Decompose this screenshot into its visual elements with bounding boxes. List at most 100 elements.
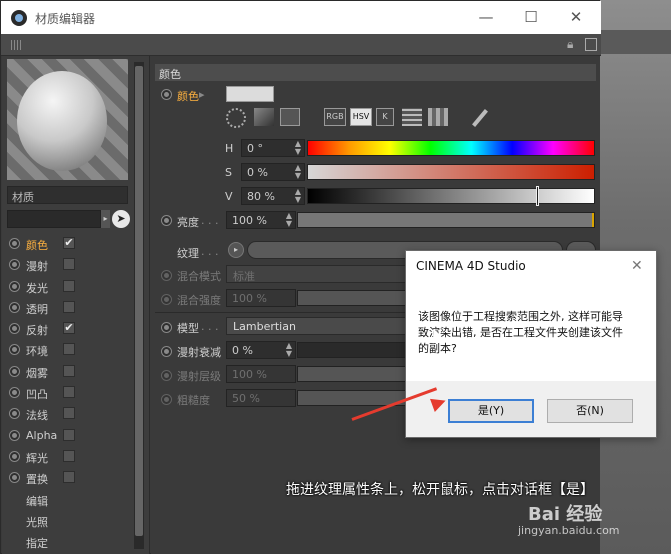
channel-row[interactable]: 颜色 ✔ bbox=[7, 234, 132, 255]
channel-row[interactable]: 漫射 bbox=[7, 255, 132, 276]
model-dropdown[interactable]: Lambertian bbox=[226, 317, 406, 335]
channel-radio[interactable] bbox=[9, 344, 20, 356]
blend-mode-radio[interactable] bbox=[161, 270, 172, 281]
color-dropdown-arrow[interactable]: ▸ bbox=[199, 88, 205, 101]
channel-checkbox[interactable] bbox=[63, 386, 75, 399]
minimize-button[interactable]: — bbox=[471, 7, 501, 27]
hue-slider[interactable] bbox=[307, 140, 595, 156]
channel-checkbox[interactable]: ✔ bbox=[63, 322, 75, 335]
channel-radio[interactable] bbox=[9, 472, 20, 484]
h-spinner-icon[interactable]: ▲ ▼ bbox=[295, 140, 301, 156]
diffuse-level-radio[interactable] bbox=[161, 370, 172, 381]
color-radio[interactable] bbox=[161, 89, 172, 100]
material-name-field[interactable]: 材质 bbox=[7, 186, 128, 204]
diffuse-falloff-spinner-icon[interactable]: ▲ ▼ bbox=[286, 342, 292, 358]
h-field[interactable]: 0 ° ▲ ▼ bbox=[241, 139, 305, 157]
maximize-button[interactable]: ☐ bbox=[516, 7, 546, 27]
lock-icon[interactable]: 🔒︎ bbox=[567, 37, 581, 53]
channel-checkbox[interactable] bbox=[63, 300, 75, 313]
channel-checkbox[interactable]: ✔ bbox=[63, 237, 75, 249]
diffuse-level-field[interactable]: 100 % bbox=[226, 365, 296, 383]
diffuse-falloff-radio[interactable] bbox=[161, 346, 172, 357]
channel-radio[interactable] bbox=[9, 387, 20, 399]
new-window-icon[interactable] bbox=[585, 38, 597, 51]
value-slider[interactable] bbox=[307, 188, 595, 204]
channel-row[interactable]: 烟雾 bbox=[7, 362, 132, 383]
s-field[interactable]: 0 % ▲ ▼ bbox=[241, 163, 305, 181]
blend-strength-field[interactable]: 100 % bbox=[226, 289, 296, 307]
channel-checkbox[interactable] bbox=[63, 343, 75, 356]
blend-strength-slider[interactable] bbox=[297, 290, 407, 306]
color-wheel-icon[interactable] bbox=[226, 108, 246, 128]
hsv-mode-button[interactable]: HSV bbox=[350, 108, 372, 126]
brightness-radio[interactable] bbox=[161, 215, 172, 226]
channel-extra-item[interactable]: 光照 bbox=[7, 511, 132, 532]
channel-checkbox[interactable] bbox=[63, 449, 75, 462]
close-button[interactable]: ✕ bbox=[561, 7, 591, 27]
yes-button[interactable]: 是(Y) bbox=[448, 399, 534, 423]
channel-radio[interactable] bbox=[9, 450, 20, 462]
channel-row[interactable]: Alpha bbox=[7, 426, 132, 447]
roughness-radio[interactable] bbox=[161, 394, 172, 405]
image-picker-icon[interactable] bbox=[280, 108, 300, 126]
channel-radio[interactable] bbox=[9, 429, 20, 441]
roughness-field[interactable]: 50 % bbox=[226, 389, 296, 407]
s-spinner-icon[interactable]: ▲ ▼ bbox=[295, 164, 301, 180]
saturation-slider[interactable] bbox=[307, 164, 595, 180]
channel-radio[interactable] bbox=[9, 280, 20, 292]
pick-arrow-icon[interactable]: ➤ bbox=[112, 210, 130, 228]
channel-radio[interactable] bbox=[9, 301, 20, 313]
eyedropper-icon[interactable] bbox=[472, 109, 488, 127]
blend-mode-dropdown[interactable]: 标准 bbox=[226, 265, 406, 283]
channel-checkbox[interactable] bbox=[63, 471, 75, 484]
channel-row[interactable]: 置换 bbox=[7, 468, 132, 489]
channel-radio[interactable] bbox=[9, 408, 20, 420]
v-field[interactable]: 80 % ▲ ▼ bbox=[241, 187, 305, 205]
grip-icon[interactable] bbox=[11, 40, 23, 50]
channel-radio[interactable] bbox=[9, 238, 20, 249]
color-swatch[interactable] bbox=[226, 86, 274, 102]
channel-label: Alpha bbox=[26, 428, 58, 442]
left-scrollbar-thumb[interactable] bbox=[135, 66, 143, 536]
blend-strength-radio[interactable] bbox=[161, 294, 172, 305]
material-link-field[interactable] bbox=[7, 210, 101, 228]
channel-row[interactable]: 环境 bbox=[7, 340, 132, 361]
channel-extra-item[interactable]: 指定 bbox=[7, 532, 132, 553]
no-button[interactable]: 否(N) bbox=[547, 399, 633, 423]
channel-row[interactable]: 反射 ✔ bbox=[7, 319, 132, 340]
dialog-close-icon[interactable]: ✕ bbox=[631, 258, 643, 274]
kelvin-mode-button[interactable]: K bbox=[376, 108, 394, 126]
channel-row[interactable]: 发光 bbox=[7, 277, 132, 298]
diffuse-level-slider[interactable] bbox=[297, 366, 407, 382]
channel-checkbox[interactable] bbox=[63, 407, 75, 420]
channel-row[interactable]: 辉光 bbox=[7, 447, 132, 468]
diffuse-falloff-field[interactable]: 0 % ▲ ▼ bbox=[226, 341, 296, 359]
value-slider-handle[interactable] bbox=[536, 186, 539, 206]
spectrum-icon[interactable] bbox=[254, 108, 274, 126]
model-radio[interactable] bbox=[161, 322, 172, 333]
brightness-field[interactable]: 100 % ▲ ▼ bbox=[226, 211, 296, 229]
v-spinner-icon[interactable]: ▲ ▼ bbox=[295, 188, 301, 204]
texture-arrow-icon[interactable]: ▸ bbox=[228, 242, 244, 258]
channel-radio[interactable] bbox=[9, 323, 20, 335]
channel-label: 发光 bbox=[26, 281, 48, 295]
swatches-icon[interactable] bbox=[428, 108, 448, 126]
brightness-slider[interactable] bbox=[297, 212, 595, 228]
left-scrollbar[interactable] bbox=[134, 62, 144, 549]
material-preview[interactable] bbox=[7, 59, 128, 180]
mixer-icon[interactable] bbox=[402, 108, 422, 126]
rgb-mode-button[interactable]: RGB bbox=[324, 108, 346, 126]
brightness-spinner-icon[interactable]: ▲ ▼ bbox=[286, 212, 292, 228]
channel-radio[interactable] bbox=[9, 365, 20, 377]
channel-checkbox[interactable] bbox=[63, 428, 75, 441]
channel-checkbox[interactable] bbox=[63, 258, 75, 271]
channel-row[interactable]: 凹凸 bbox=[7, 383, 132, 404]
channel-checkbox[interactable] bbox=[63, 279, 75, 292]
channel-checkbox[interactable] bbox=[63, 364, 75, 377]
diffuse-falloff-slider[interactable] bbox=[297, 342, 407, 358]
channel-radio[interactable] bbox=[9, 259, 20, 271]
channel-row[interactable]: 法线 bbox=[7, 404, 132, 425]
link-arrow-button[interactable]: ▸ bbox=[101, 210, 110, 228]
channel-extra-item[interactable]: 编辑 bbox=[7, 490, 132, 511]
channel-row[interactable]: 透明 bbox=[7, 298, 132, 319]
